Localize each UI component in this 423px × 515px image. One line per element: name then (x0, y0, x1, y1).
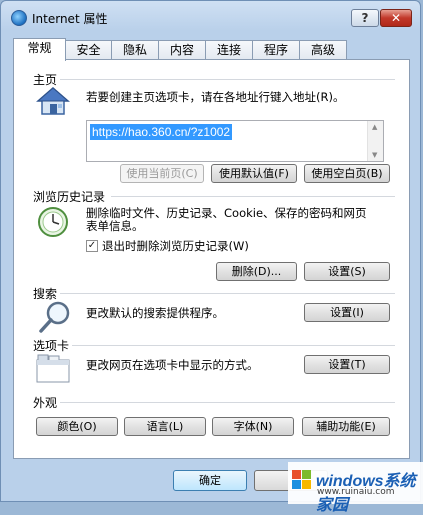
history-description-line1: 删除临时文件、历史记录、Cookie、保存的密码和网页 (86, 206, 367, 220)
history-section-title: 浏览历史记录 (33, 190, 106, 204)
search-description: 更改默认的搜索提供程序。 (86, 306, 224, 320)
use-blank-button[interactable]: 使用空白页(B) (304, 164, 390, 183)
watermark: windows系统家园 www.ruinaiu.com (288, 462, 423, 514)
tabs-description: 更改网页在选项卡中显示的方式。 (86, 358, 259, 372)
tab-connections[interactable]: 连接 (205, 40, 253, 60)
search-separator (60, 293, 395, 294)
tab-advanced[interactable]: 高级 (299, 40, 347, 60)
tab-privacy[interactable]: 隐私 (111, 40, 159, 60)
use-default-button[interactable]: 使用默认值(F) (211, 164, 297, 183)
scroll-down-icon[interactable]: ▼ (372, 151, 377, 159)
homepage-description: 若要创建主页选项卡，请在各地址行键入地址(R)。 (86, 90, 345, 104)
appearance-separator (60, 402, 395, 403)
tab-programs[interactable]: 程序 (252, 40, 300, 60)
use-current-button[interactable]: 使用当前页(C) (120, 164, 204, 183)
tabs-separator (72, 345, 395, 346)
internet-properties-window: Internet 属性 ? ✕ 常规 安全 隐私 内容 连接 程序 高级 主页 … (0, 0, 421, 502)
homepage-url-value: https://hao.360.cn/?z1002 (90, 124, 233, 140)
close-button[interactable]: ✕ (380, 9, 412, 27)
tab-content[interactable]: 内容 (158, 40, 206, 60)
homepage-separator (60, 79, 395, 80)
tabs-section-title: 选项卡 (33, 339, 70, 353)
general-tab-panel: 主页 若要创建主页选项卡，请在各地址行键入地址(R)。 https://hao.… (13, 59, 410, 459)
accessibility-button[interactable]: 辅助功能(E) (302, 417, 390, 436)
ok-button[interactable]: 确定 (173, 470, 247, 491)
help-button[interactable]: ? (351, 9, 379, 27)
home-icon (36, 87, 70, 115)
history-settings-button[interactable]: 设置(S) (304, 262, 390, 281)
homepage-url-textarea[interactable]: https://hao.360.cn/?z1002 ▲ ▼ (86, 120, 384, 162)
tab-general[interactable]: 常规 (13, 38, 66, 61)
history-separator (111, 196, 395, 197)
delete-history-button[interactable]: 删除(D)... (216, 262, 297, 281)
windows-logo-icon (292, 470, 312, 490)
tabs-settings-button[interactable]: 设置(T) (304, 355, 390, 374)
title-bar: Internet 属性 ? ✕ (1, 1, 420, 35)
scroll-up-icon[interactable]: ▲ (372, 123, 377, 131)
delete-on-exit-label[interactable]: 退出时删除浏览历史记录(W) (102, 239, 249, 253)
history-description-line2: 表单信息。 (86, 219, 144, 233)
tab-security[interactable]: 安全 (65, 40, 112, 60)
url-scrollbar[interactable]: ▲ ▼ (367, 121, 383, 161)
languages-button[interactable]: 语言(L) (124, 417, 206, 436)
colors-button[interactable]: 颜色(O) (36, 417, 118, 436)
search-settings-button[interactable]: 设置(I) (304, 303, 390, 322)
fonts-button[interactable]: 字体(N) (212, 417, 294, 436)
window-title: Internet 属性 (32, 12, 108, 26)
history-clock-icon (38, 207, 68, 237)
tabs-window-icon (36, 354, 70, 383)
delete-on-exit-checkbox[interactable]: ✓ (86, 240, 98, 252)
internet-explorer-icon (11, 10, 27, 26)
search-magnifier-icon (39, 301, 70, 333)
appearance-section-title: 外观 (33, 396, 58, 410)
watermark-url: www.ruinaiu.com (317, 487, 395, 497)
